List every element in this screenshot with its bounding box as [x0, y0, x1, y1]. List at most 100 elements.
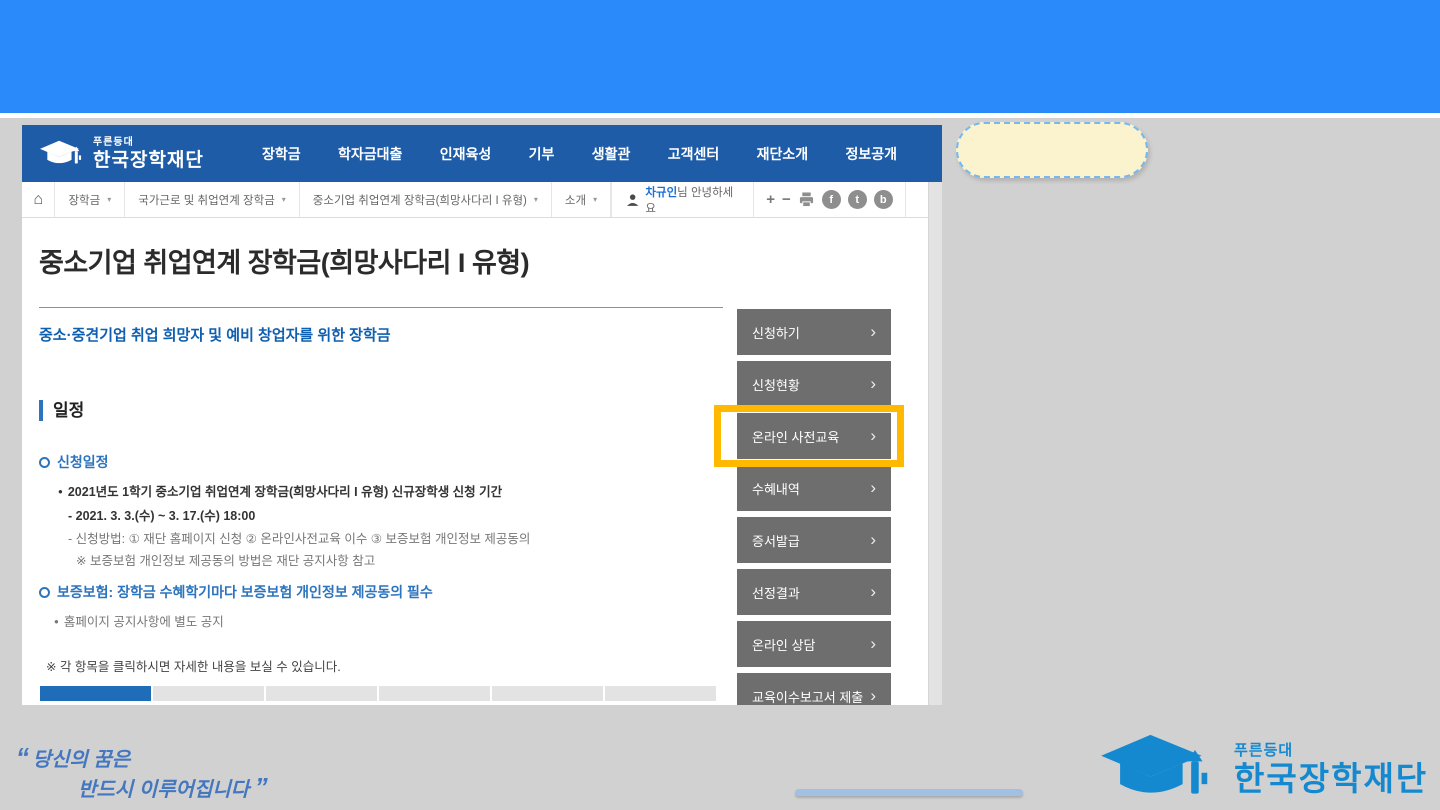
tab[interactable] — [605, 686, 716, 701]
insurance-line-text: 홈페이지 공지사항에 별도 공지 — [64, 615, 224, 629]
breadcrumb-intro[interactable]: 소개 ▾ — [552, 182, 611, 217]
chevron-right-icon: › — [870, 686, 876, 705]
apply-line-period: ● 2021년도 1학기 중소기업 취업연계 장학금(희망사다리 I 유형) 신규… — [58, 481, 502, 500]
sidebar-item-label: 온라인 상담 — [752, 635, 815, 654]
sidebar-item-education-report[interactable]: 교육이수보고서 제출 › — [737, 673, 891, 705]
insurance-heading-label: 보증보험: 장학금 수혜학기마다 보증보험 개인정보 제공동의 필수 — [57, 582, 433, 602]
blog-icon[interactable]: b — [874, 190, 893, 209]
breadcrumb-label: 장학금 — [68, 192, 100, 208]
tab[interactable] — [153, 686, 264, 701]
nav-customer-center[interactable]: 고객센터 — [668, 144, 720, 164]
sidebar-item-online-counsel[interactable]: 온라인 상담 › — [737, 621, 891, 667]
site-header: 푸른등대 한국장학재단 장학금 학자금대출 인재육성 기부 생활관 고객센터 재… — [22, 125, 942, 182]
zoom-in-icon[interactable]: + — [766, 191, 775, 208]
apply-line-dates: - 2021. 3. 3.(수) ~ 3. 17.(수) 18:00 — [68, 505, 255, 524]
slogan: “ 당신의 꿈은 반드시 이루어집니다 ” — [16, 744, 266, 804]
apply-line-period-text: 2021년도 1학기 중소기업 취업연계 장학금(희망사다리 I 유형) 신규장… — [68, 485, 502, 499]
logo-title: 한국장학재단 — [93, 151, 204, 170]
bullet-icon: ● — [58, 487, 63, 496]
chevron-down-icon: ▾ — [593, 195, 597, 204]
sidebar-item-label: 신청하기 — [752, 323, 800, 342]
chevron-right-icon: › — [870, 530, 876, 550]
highlight-annotation-box — [714, 405, 904, 467]
apply-schedule-label: 신청일정 — [57, 452, 109, 472]
graduation-cap-icon — [40, 137, 84, 171]
chevron-right-icon: › — [870, 322, 876, 342]
insurance-line: ● 홈페이지 공지사항에 별도 공지 — [54, 611, 224, 630]
chevron-down-icon: ▾ — [534, 195, 538, 204]
logo-subtitle: 푸른등대 — [1234, 743, 1428, 758]
section-tabs — [40, 686, 716, 701]
nav-donation[interactable]: 기부 — [529, 144, 555, 164]
logo-title: 한국장학재단 — [1234, 762, 1428, 795]
circle-bullet-icon — [39, 457, 50, 468]
sidebar-item-apply-status[interactable]: 신청현황 › — [737, 361, 891, 407]
close-quote-icon: ” — [255, 772, 266, 802]
insurance-heading: 보증보험: 장학금 수혜학기마다 보증보험 개인정보 제공동의 필수 — [39, 582, 433, 602]
click-note: ※ 각 항목을 클릭하시면 자세한 내용을 보실 수 있습니다. — [46, 656, 341, 675]
nav-dormitory[interactable]: 생활관 — [592, 144, 631, 164]
footer-kosaf-logo: 푸른등대 한국장학재단 — [1094, 733, 1428, 805]
chevron-right-icon: › — [870, 634, 876, 654]
chevron-right-icon: › — [870, 582, 876, 602]
breadcrumb-label: 국가근로 및 취업연계 장학금 — [138, 192, 275, 208]
sidebar-item-label: 선정결과 — [752, 583, 800, 602]
sidebar-item-label: 신청현황 — [752, 375, 800, 394]
page-tools: + − f t b — [754, 182, 906, 217]
user-icon — [626, 193, 639, 207]
decorative-underline-bar — [795, 789, 1023, 796]
chevron-right-icon: › — [870, 478, 876, 498]
sidebar-item-apply[interactable]: 신청하기 › — [737, 309, 891, 355]
open-quote-icon: “ — [16, 742, 27, 772]
title-divider — [39, 307, 723, 308]
chevron-down-icon: ▾ — [282, 195, 286, 204]
slogan-line2: 반드시 이루어집니다 — [78, 779, 249, 801]
user-name[interactable]: 차규인 — [645, 187, 677, 199]
tab-active[interactable] — [40, 686, 151, 701]
circle-bullet-icon — [39, 587, 50, 598]
print-icon[interactable] — [798, 192, 815, 207]
tab[interactable] — [379, 686, 490, 701]
tab[interactable] — [492, 686, 603, 701]
sidebar-item-certificate[interactable]: 증서발급 › — [737, 517, 891, 563]
graduation-cap-icon — [1094, 733, 1222, 805]
page-title: 중소기업 취업연계 장학금(희망사다리 I 유형) — [39, 241, 529, 280]
annotation-pill — [956, 122, 1148, 178]
sidebar-item-selection-result[interactable]: 선정결과 › — [737, 569, 891, 615]
bullet-icon: ● — [54, 617, 59, 626]
kosaf-logo[interactable]: 푸른등대 한국장학재단 — [40, 137, 204, 171]
chevron-down-icon: ▾ — [107, 195, 111, 204]
sidebar-item-benefit-history[interactable]: 수혜내역 › — [737, 465, 891, 511]
sidebar-item-label: 증서발급 — [752, 531, 800, 550]
zoom-out-icon[interactable]: − — [782, 191, 791, 208]
twitter-icon[interactable]: t — [848, 190, 867, 209]
chevron-right-icon: › — [870, 374, 876, 394]
breadcrumb-program[interactable]: 중소기업 취업연계 장학금(희망사다리 I 유형) ▾ — [300, 182, 552, 217]
breadcrumb-label: 소개 — [565, 192, 586, 208]
breadcrumb-label: 중소기업 취업연계 장학금(희망사다리 I 유형) — [313, 192, 527, 208]
user-greeting: 차규인님 안녕하세요 — [612, 182, 754, 217]
nav-student-loan[interactable]: 학자금대출 — [338, 144, 402, 164]
tab[interactable] — [266, 686, 377, 701]
nav-scholarship[interactable]: 장학금 — [262, 144, 301, 164]
apply-line-method: - 신청방법: ① 재단 홈페이지 신청 ② 온라인사전교육 이수 ③ 보증보험… — [68, 528, 530, 547]
slogan-line1: 당신의 꿈은 — [33, 749, 131, 771]
nav-talent[interactable]: 인재육성 — [440, 144, 492, 164]
breadcrumb-scholarship[interactable]: 장학금 ▾ — [55, 182, 125, 217]
apply-schedule-heading: 신청일정 — [39, 452, 109, 472]
home-icon[interactable]: ⌂ — [22, 182, 55, 217]
facebook-icon[interactable]: f — [822, 190, 841, 209]
nav-about[interactable]: 재단소개 — [757, 144, 809, 164]
breadcrumb: ⌂ 장학금 ▾ 국가근로 및 취업연계 장학금 ▾ 중소기업 취업연계 장학금(… — [22, 182, 942, 218]
global-nav: 장학금 학자금대출 인재육성 기부 생활관 고객센터 재단소개 정보공개 — [262, 125, 897, 182]
nav-disclosure[interactable]: 정보공개 — [845, 144, 897, 164]
logo-subtitle: 푸른등대 — [93, 138, 204, 148]
breadcrumb-category[interactable]: 국가근로 및 취업연계 장학금 ▾ — [125, 182, 300, 217]
quick-menu: 신청하기 › 신청현황 › 온라인 사전교육 › 수혜내역 › 증서발급 › 선… — [737, 309, 891, 705]
sidebar-item-label: 수혜내역 — [752, 479, 800, 498]
top-blue-band — [0, 0, 1440, 118]
scrollbar[interactable] — [928, 182, 942, 705]
page-subtitle: 중소·중견기업 취업 희망자 및 예비 창업자를 위한 장학금 — [39, 324, 391, 345]
apply-line-note: ※ 보증보험 개인정보 제공동의 방법은 재단 공지사항 참고 — [76, 550, 375, 569]
schedule-heading: 일정 — [39, 400, 84, 421]
